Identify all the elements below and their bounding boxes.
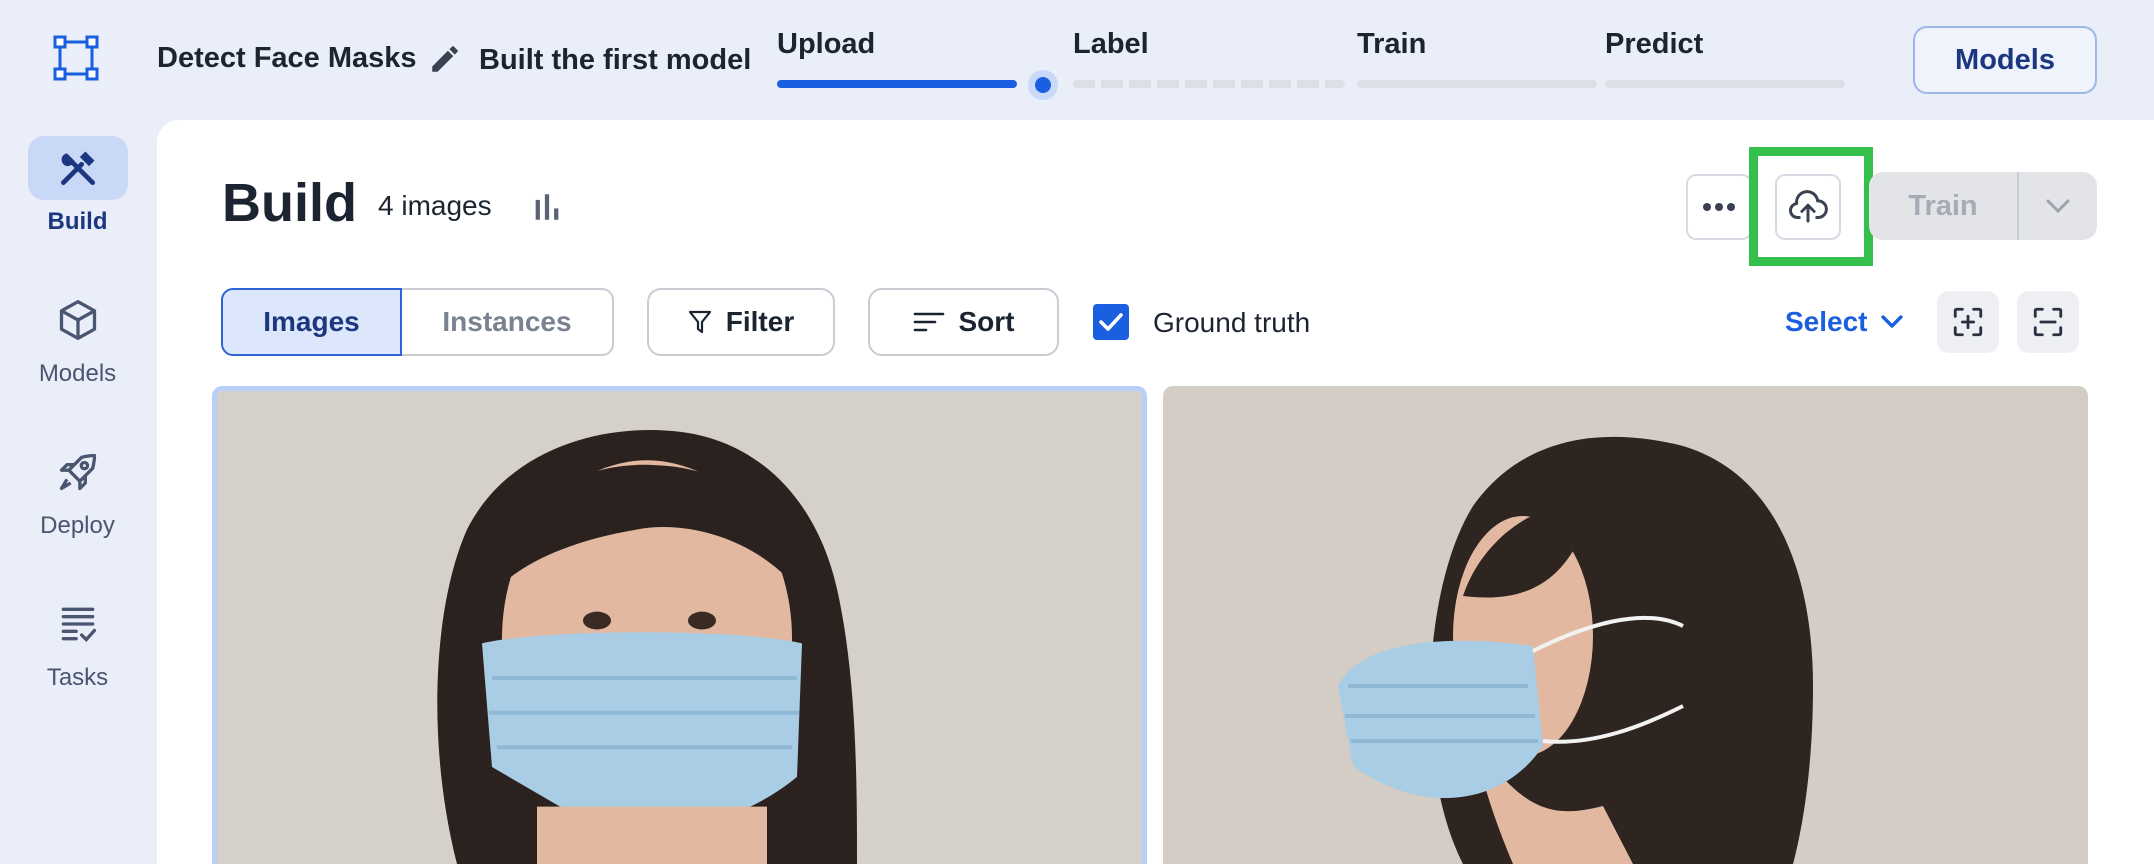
- image-thumbnail: [217, 391, 1142, 864]
- filter-button[interactable]: Filter: [647, 288, 835, 356]
- zoom-out-button[interactable]: [2017, 291, 2079, 353]
- train-dropdown-button[interactable]: [2019, 172, 2097, 240]
- expand-plus-icon: [1953, 307, 1983, 337]
- sidebar-item-deploy[interactable]: Deploy: [0, 440, 155, 550]
- sidebar-item-models[interactable]: Models: [0, 288, 155, 398]
- image-thumbnail: [1163, 386, 2088, 864]
- image-card[interactable]: [1163, 386, 2088, 864]
- sort-label: Sort: [958, 306, 1015, 337]
- pencil-icon[interactable]: [428, 42, 462, 76]
- ellipsis-icon: [1703, 203, 1735, 211]
- checkmark-icon: [1099, 313, 1123, 331]
- select-dropdown[interactable]: Select: [1785, 306, 1904, 338]
- expand-minus-icon: [2033, 307, 2063, 337]
- checklist-icon: [61, 607, 96, 642]
- more-options-button[interactable]: [1686, 174, 1752, 240]
- main-panel: Build 4 images Train Images Instances Fi…: [157, 120, 2154, 864]
- bar-chart-icon[interactable]: [530, 190, 564, 224]
- tab-instances[interactable]: Instances: [402, 288, 614, 356]
- zoom-in-button[interactable]: [1937, 291, 1999, 353]
- filter-label: Filter: [725, 306, 795, 337]
- highlight-box: [1749, 147, 1873, 266]
- app-logo-icon[interactable]: [52, 34, 100, 82]
- step-label-bar: [1073, 80, 1345, 88]
- ground-truth-label[interactable]: Ground truth: [1153, 307, 1310, 339]
- step-predict-bar: [1605, 80, 1845, 88]
- train-button[interactable]: Train: [1869, 172, 2017, 240]
- select-label: Select: [1785, 306, 1868, 337]
- filter-icon: [688, 310, 711, 334]
- tab-images[interactable]: Images: [221, 288, 402, 356]
- train-button-group: Train: [1869, 172, 2097, 240]
- sort-button[interactable]: Sort: [868, 288, 1059, 356]
- step-upload[interactable]: Upload: [777, 28, 875, 61]
- step-train[interactable]: Train: [1357, 28, 1426, 61]
- step-label[interactable]: Label: [1073, 28, 1149, 61]
- ground-truth-checkbox[interactable]: [1093, 304, 1129, 340]
- sort-icon: [913, 312, 944, 332]
- page-title: Build: [222, 173, 357, 233]
- sidebar-item-build[interactable]: Build: [0, 136, 155, 246]
- chevron-down-icon: [1880, 315, 1903, 328]
- image-card[interactable]: [212, 386, 1147, 864]
- current-step-indicator: [1028, 70, 1058, 100]
- sidebar-item-label: Models: [38, 360, 117, 387]
- cube-icon: [59, 300, 96, 340]
- top-bar: Detect Face Masks Built the first model …: [0, 0, 2154, 120]
- step-upload-bar: [777, 80, 1017, 88]
- step-train-bar: [1357, 80, 1597, 88]
- sidebar-item-label: Deploy: [40, 512, 115, 539]
- view-toggle: Images Instances: [221, 288, 614, 356]
- sidebar-item-tasks[interactable]: Tasks: [0, 592, 155, 702]
- sidebar-item-label: Build: [47, 208, 108, 235]
- hammer-wrench-icon: [60, 151, 95, 186]
- sidebar: Build Models Deploy Tasks: [0, 120, 155, 864]
- image-count: 4 images: [378, 190, 492, 221]
- step-predict[interactable]: Predict: [1605, 28, 1703, 61]
- chevron-down-icon: [2046, 199, 2070, 214]
- project-name[interactable]: Detect Face Masks: [157, 42, 417, 75]
- model-name[interactable]: Built the first model: [479, 44, 751, 77]
- progress-steps: Upload Label Train Predict: [777, 26, 1847, 100]
- rocket-icon: [59, 453, 96, 491]
- models-button[interactable]: Models: [1913, 26, 2097, 94]
- sidebar-item-label: Tasks: [46, 664, 109, 691]
